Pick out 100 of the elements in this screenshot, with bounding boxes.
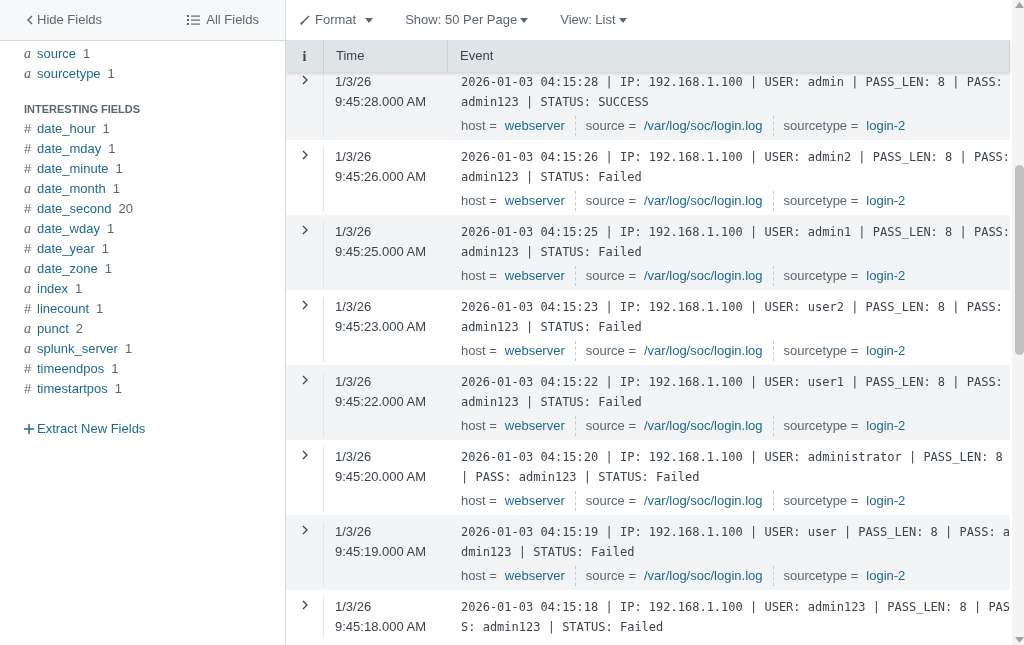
field-count: 1	[83, 45, 91, 63]
event-time: 9:45:25.000 AM	[335, 243, 428, 261]
field-name-link[interactable]: punct	[37, 319, 69, 339]
event-time: 9:45:22.000 AM	[335, 393, 428, 411]
field-name-link[interactable]: source	[37, 44, 77, 64]
event-text: 2026-01-03 04:15:18 | IP: 192.168.1.100 | USER: admin123 | PASS_LEN: 8 | PAS S: admin123 | STATUS: Failed	[461, 599, 1011, 636]
string-type-icon: a	[24, 64, 32, 84]
numeric-type-icon: #	[24, 239, 32, 259]
field-key: host =	[461, 341, 497, 361]
field-key: host =	[461, 191, 497, 211]
field-value-link[interactable]: /var/log/soc/login.log	[644, 566, 763, 586]
event-time: 9:45:26.000 AM	[335, 168, 428, 186]
field-count: 1	[106, 220, 115, 238]
string-type-icon: a	[24, 319, 32, 339]
event-date: 1/3/26	[335, 523, 373, 541]
expand-chevron-icon[interactable]	[301, 450, 308, 460]
field-name-link[interactable]: date_year	[37, 239, 95, 259]
field-name-link[interactable]: timeendpos	[37, 359, 105, 379]
dropdown-button[interactable]: View: List	[560, 10, 627, 30]
field-key: source =	[585, 491, 636, 511]
numeric-type-icon: #	[24, 119, 32, 139]
list-icon	[187, 15, 201, 25]
event-date: 1/3/26	[335, 223, 373, 241]
event-text: 2026-01-03 04:15:26 | IP: 192.168.1.100 | USER: admin2 | PASS_LEN: 8 | PASS: admin123 | STATUS: Failed	[461, 149, 1011, 186]
field-value-link[interactable]: webserver	[504, 266, 565, 286]
section-title: INTERESTING FIELDS	[24, 102, 142, 117]
field-count: 1	[102, 120, 110, 138]
field-name-link[interactable]: index	[37, 279, 69, 299]
field-value-link[interactable]: webserver	[504, 116, 565, 136]
field-count: 1	[96, 300, 104, 318]
field-value-link[interactable]: /var/log/soc/login.log	[644, 191, 763, 211]
event-date: 1/3/26	[335, 373, 373, 391]
field-value-link[interactable]: /var/log/soc/login.log	[644, 341, 763, 361]
numeric-type-icon: #	[24, 359, 32, 379]
field-name-link[interactable]: date_zone	[37, 259, 98, 279]
event-date: 1/3/26	[335, 298, 373, 316]
field-value-link[interactable]: login-2	[866, 191, 906, 211]
field-value-link[interactable]: webserver	[504, 566, 565, 586]
format-menu-button[interactable]: Format	[300, 10, 374, 30]
field-value-link[interactable]: login-2	[866, 266, 906, 286]
caret-icon	[520, 17, 529, 23]
field-key: sourcetype =	[783, 491, 859, 511]
field-value-link[interactable]: webserver	[504, 416, 565, 436]
dropdown-button[interactable]: Show: 50 Per Page	[405, 10, 529, 30]
field-name-link[interactable]: timestartpos	[37, 379, 108, 399]
string-type-icon: a	[24, 259, 32, 279]
expand-chevron-icon[interactable]	[301, 225, 308, 235]
field-value-link[interactable]: webserver	[504, 191, 565, 211]
field-key: host =	[461, 491, 497, 511]
field-value-link[interactable]: webserver	[504, 491, 565, 511]
field-key: sourcetype =	[783, 191, 859, 211]
expand-chevron-icon[interactable]	[301, 150, 308, 160]
field-name-link[interactable]: splunk_server	[37, 339, 118, 359]
field-name-link[interactable]: date_hour	[37, 119, 96, 139]
expand-chevron-icon[interactable]	[301, 300, 308, 310]
expand-chevron-icon[interactable]	[301, 75, 308, 85]
expand-chevron-icon[interactable]	[301, 375, 308, 385]
field-name-link[interactable]: date_wday	[37, 219, 100, 239]
field-key: host =	[461, 266, 497, 286]
expand-chevron-icon[interactable]	[301, 600, 308, 610]
field-value-link[interactable]: webserver	[504, 341, 565, 361]
event-date: 1/3/26	[335, 448, 373, 466]
field-key: sourcetype =	[783, 116, 859, 136]
field-key: sourcetype =	[783, 566, 859, 586]
event-time: 9:45:28.000 AM	[335, 93, 428, 111]
field-name-link[interactable]: date_month	[37, 179, 106, 199]
field-count: 1	[115, 160, 123, 178]
string-type-icon: a	[24, 179, 32, 199]
field-value-link[interactable]: login-2	[866, 416, 906, 436]
all-fields-button[interactable]: All Fields	[187, 10, 259, 30]
numeric-type-icon: #	[24, 379, 32, 399]
field-count: 20	[118, 200, 133, 218]
string-type-icon: a	[24, 44, 32, 64]
extract-new-fields-link[interactable]: Extract New Fields	[24, 419, 146, 439]
field-value-link[interactable]: login-2	[866, 491, 906, 511]
field-name-link[interactable]: sourcetype	[37, 64, 101, 84]
field-value-link[interactable]: /var/log/soc/login.log	[644, 116, 763, 136]
expand-chevron-icon[interactable]	[301, 525, 308, 535]
field-count: 1	[111, 360, 119, 378]
numeric-type-icon: #	[24, 299, 32, 319]
field-name-link[interactable]: date_minute	[37, 159, 109, 179]
event-text: 2026-01-03 04:15:25 | IP: 192.168.1.100 | USER: admin1 | PASS_LEN: 8 | PASS: admin123 | STATUS: Failed	[461, 224, 1011, 261]
field-value-link[interactable]: login-2	[866, 566, 906, 586]
field-value-link[interactable]: login-2	[866, 116, 906, 136]
field-key: sourcetype =	[783, 341, 859, 361]
string-type-icon: a	[24, 339, 32, 359]
hide-fields-button[interactable]: Hide Fields	[27, 10, 103, 30]
field-name-link[interactable]: date_mday	[37, 139, 102, 159]
chevron-left-icon	[27, 15, 33, 25]
field-key: host =	[461, 566, 497, 586]
field-value-link[interactable]: /var/log/soc/login.log	[644, 416, 763, 436]
scroll-thumb[interactable]	[1015, 165, 1024, 355]
field-value-link[interactable]: /var/log/soc/login.log	[644, 266, 763, 286]
field-name-link[interactable]: date_second	[37, 199, 112, 219]
field-value-link[interactable]: login-2	[866, 341, 906, 361]
field-name-link[interactable]: linecount	[37, 299, 90, 319]
event-text: 2026-01-03 04:15:23 | IP: 192.168.1.100 | USER: user2 | PASS_LEN: 8 | PASS: admin123 | STATUS: Failed	[461, 299, 1004, 336]
event-time: 9:45:20.000 AM	[335, 468, 428, 486]
field-value-link[interactable]: /var/log/soc/login.log	[644, 491, 763, 511]
scrollbar[interactable]	[1012, 0, 1024, 645]
